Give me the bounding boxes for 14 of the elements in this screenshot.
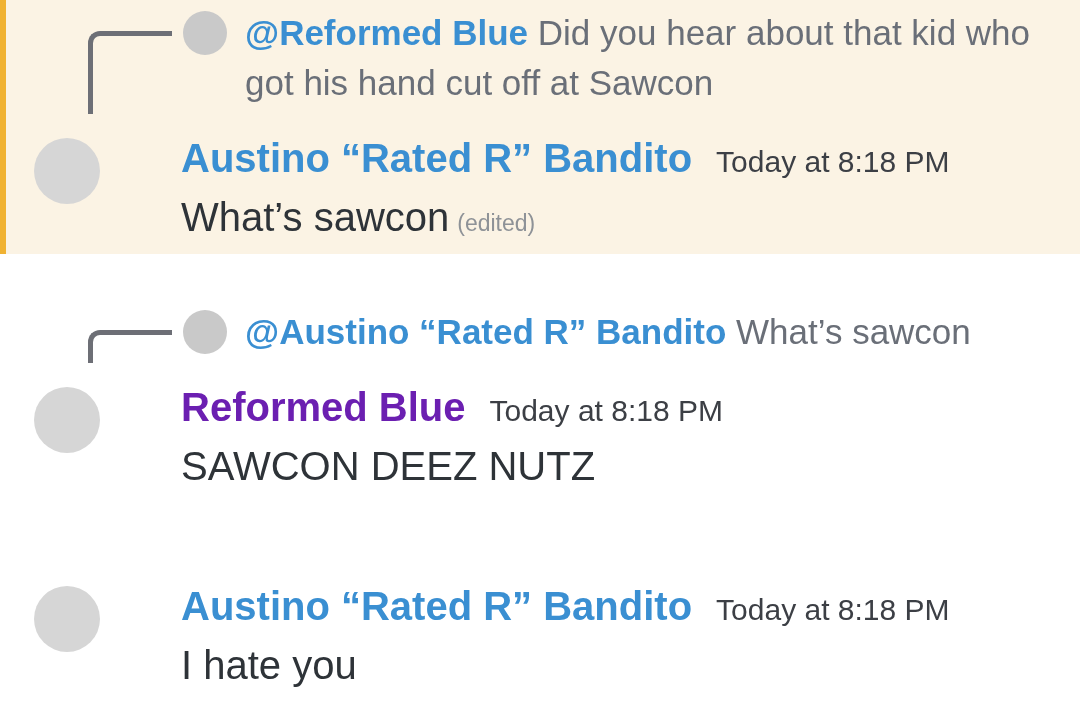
message-text: I hate you [181,643,357,688]
username[interactable]: Austino “Rated R” Bandito [181,584,693,629]
reply-preview[interactable]: @Reformed Blue Did you hear about that kid who got his hand cut off at Sawcon [245,8,1080,108]
timestamp: Today at 8:18 PM [716,593,950,627]
edited-label: (edited) [457,210,536,237]
avatar-placeholder [183,11,227,55]
message-text: What’s sawcon [181,195,450,240]
username[interactable]: Reformed Blue [181,385,466,430]
timestamp: Today at 8:18 PM [489,394,723,428]
reply-preview[interactable]: @Austino “Rated R” Bandito What’s sawcon [245,307,1080,357]
avatar-placeholder [183,310,227,354]
timestamp: Today at 8:18 PM [716,145,950,179]
message-text: SAWCON DEEZ NUTZ [181,444,596,489]
username[interactable]: Austino “Rated R” Bandito [181,136,693,181]
